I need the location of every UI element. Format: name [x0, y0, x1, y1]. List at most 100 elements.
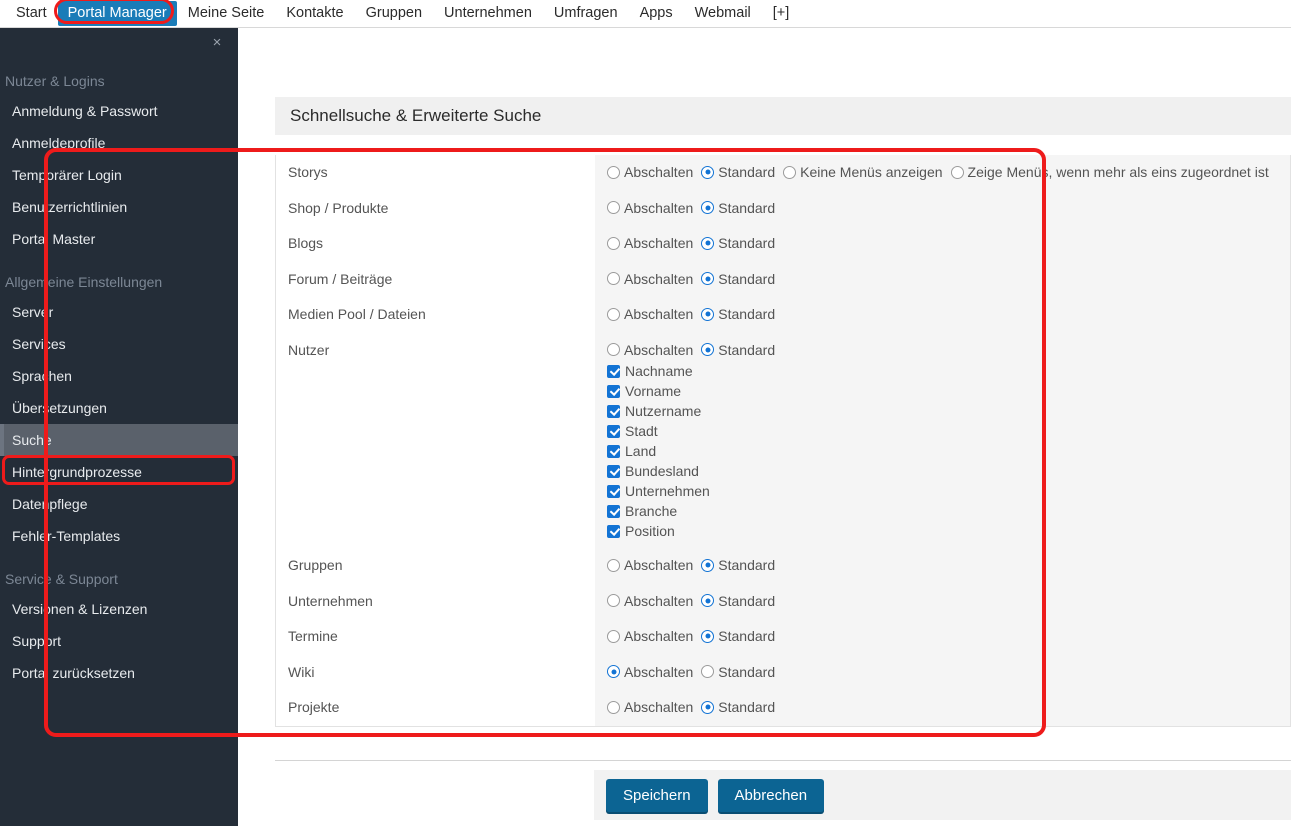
- radio-button-icon[interactable]: [701, 307, 715, 321]
- sidebar-item-support[interactable]: Support: [0, 625, 238, 657]
- radio-option[interactable]: Abschalten: [607, 699, 693, 715]
- radio-option[interactable]: Standard: [701, 628, 775, 644]
- nav-item-umfragen[interactable]: Umfragen: [543, 1, 629, 26]
- radio-button-icon[interactable]: [607, 201, 620, 214]
- sidebar-item-bersetzungen[interactable]: Übersetzungen: [0, 392, 238, 424]
- radio-button-icon[interactable]: [607, 629, 620, 643]
- radio-button-icon[interactable]: [701, 236, 715, 250]
- radio-button-icon[interactable]: [701, 700, 715, 714]
- checkbox-option[interactable]: Stadt: [607, 423, 1290, 439]
- sidebar-item-hintergrundprozesse[interactable]: Hintergrundprozesse: [0, 456, 238, 488]
- nav-item-gruppen[interactable]: Gruppen: [355, 1, 433, 26]
- sidebar-item-services[interactable]: Services: [0, 328, 238, 360]
- nav-item-start[interactable]: Start: [5, 1, 58, 26]
- nav-item-unternehmen[interactable]: Unternehmen: [433, 1, 543, 26]
- radio-option[interactable]: Standard: [701, 557, 775, 573]
- checkbox-option[interactable]: Bundesland: [607, 463, 1290, 479]
- sidebar-item-tempor-rer-login[interactable]: Temporärer Login: [0, 159, 238, 191]
- radio-option[interactable]: Standard: [701, 342, 775, 358]
- radio-option[interactable]: Abschalten: [607, 200, 693, 216]
- checkbox-option[interactable]: Branche: [607, 503, 1290, 519]
- radio-option[interactable]: Abschalten: [607, 342, 693, 358]
- radio-option[interactable]: Keine Menüs anzeigen: [783, 164, 943, 180]
- radio-option[interactable]: Standard: [701, 664, 775, 680]
- radio-button-icon[interactable]: [607, 272, 620, 285]
- radio-button-icon[interactable]: [607, 165, 620, 179]
- radio-button-icon[interactable]: [701, 558, 715, 572]
- checkbox-option[interactable]: Unternehmen: [607, 483, 1290, 499]
- checkbox-icon[interactable]: [607, 384, 620, 398]
- radio-option[interactable]: Abschalten: [607, 306, 693, 322]
- radio-option-label: Abschalten: [624, 663, 694, 680]
- radio-option[interactable]: Standard: [701, 200, 775, 216]
- radio-button-icon[interactable]: [701, 343, 715, 356]
- radio-option[interactable]: Abschalten: [607, 593, 693, 609]
- sidebar-item-versionen-lizenzen[interactable]: Versionen & Lizenzen: [0, 593, 238, 625]
- checkbox-icon[interactable]: [607, 364, 620, 378]
- radio-button-icon[interactable]: [701, 201, 715, 214]
- nav-item-webmail[interactable]: Webmail: [684, 1, 762, 26]
- nav-item-meine-seite[interactable]: Meine Seite: [177, 1, 276, 26]
- radio-button-icon[interactable]: [950, 165, 964, 179]
- radio-button-icon[interactable]: [783, 165, 797, 179]
- radio-option[interactable]: Standard: [701, 164, 775, 180]
- sidebar-item-datenpflege[interactable]: Datenpflege: [0, 488, 238, 520]
- checkbox-option[interactable]: Vorname: [607, 383, 1290, 399]
- radio-button-icon[interactable]: [607, 307, 620, 321]
- radio-button-icon[interactable]: [607, 343, 620, 356]
- radio-option[interactable]: Abschalten: [607, 271, 693, 287]
- radio-group: Abschalten Standard: [607, 699, 1290, 717]
- checkbox-option[interactable]: Position: [607, 523, 1290, 539]
- radio-button-icon[interactable]: [607, 558, 620, 572]
- form-actions: Speichern Abbrechen: [594, 770, 1291, 820]
- checkbox-icon[interactable]: [607, 464, 620, 478]
- nav-item-portal-manager[interactable]: Portal Manager: [57, 1, 177, 26]
- close-icon[interactable]: ×: [208, 34, 226, 52]
- sidebar-item-portal-zur-cksetzen[interactable]: Portal zurücksetzen: [0, 657, 238, 689]
- radio-option[interactable]: Abschalten: [607, 628, 693, 644]
- sidebar-item-suche[interactable]: Suche: [0, 424, 238, 456]
- radio-button-icon[interactable]: [607, 594, 620, 607]
- radio-option[interactable]: Abschalten: [607, 235, 693, 251]
- checkbox-icon[interactable]: [607, 424, 620, 438]
- radio-option[interactable]: Standard: [701, 593, 775, 609]
- sidebar-item-sprachen[interactable]: Sprachen: [0, 360, 238, 392]
- checkbox-icon[interactable]: [607, 404, 620, 418]
- radio-button-icon[interactable]: [607, 700, 620, 714]
- nav-item-[interactable]: [+]: [762, 1, 801, 26]
- radio-option-label: Standard: [718, 557, 776, 573]
- radio-button-icon[interactable]: [701, 272, 715, 285]
- radio-button-icon[interactable]: [701, 629, 715, 643]
- sidebar-item-portal-master[interactable]: Portal Master: [0, 223, 238, 255]
- checkbox-option[interactable]: Nachname: [607, 363, 1290, 379]
- save-button[interactable]: Speichern: [606, 778, 708, 812]
- nav-item-kontakte[interactable]: Kontakte: [275, 1, 354, 26]
- radio-button-icon[interactable]: [701, 165, 715, 179]
- checkbox-option-label: Nachname: [625, 363, 693, 379]
- sidebar-item-anmeldeprofile[interactable]: Anmeldeprofile: [0, 127, 238, 159]
- checkbox-icon[interactable]: [607, 484, 620, 498]
- checkbox-icon[interactable]: [607, 524, 620, 538]
- radio-option[interactable]: Standard: [701, 271, 775, 287]
- radio-option[interactable]: Standard: [701, 235, 775, 251]
- cancel-button[interactable]: Abbrechen: [717, 778, 825, 812]
- radio-button-icon[interactable]: [607, 236, 620, 250]
- radio-option[interactable]: Standard: [701, 699, 775, 715]
- checkbox-icon[interactable]: [607, 444, 620, 458]
- radio-button-icon[interactable]: [607, 665, 620, 678]
- checkbox-icon[interactable]: [607, 504, 620, 518]
- checkbox-option[interactable]: Land: [607, 443, 1290, 459]
- radio-button-icon[interactable]: [701, 665, 715, 678]
- sidebar-item-anmeldung-passwort[interactable]: Anmeldung & Passwort: [0, 95, 238, 127]
- checkbox-option[interactable]: Nutzername: [607, 403, 1290, 419]
- radio-button-icon[interactable]: [701, 594, 715, 607]
- radio-option[interactable]: Standard: [701, 306, 775, 322]
- radio-option[interactable]: Abschalten: [607, 664, 693, 680]
- radio-option[interactable]: Abschalten: [607, 557, 693, 573]
- sidebar-item-fehler-templates[interactable]: Fehler-Templates: [0, 520, 238, 552]
- sidebar-item-server[interactable]: Server: [0, 296, 238, 328]
- radio-option[interactable]: Abschalten: [607, 164, 693, 180]
- nav-item-apps[interactable]: Apps: [629, 1, 684, 26]
- radio-option[interactable]: Zeige Menüs, wenn mehr als eins zugeordn…: [950, 164, 1269, 180]
- sidebar-item-benutzerrichtlinien[interactable]: Benutzerrichtlinien: [0, 191, 238, 223]
